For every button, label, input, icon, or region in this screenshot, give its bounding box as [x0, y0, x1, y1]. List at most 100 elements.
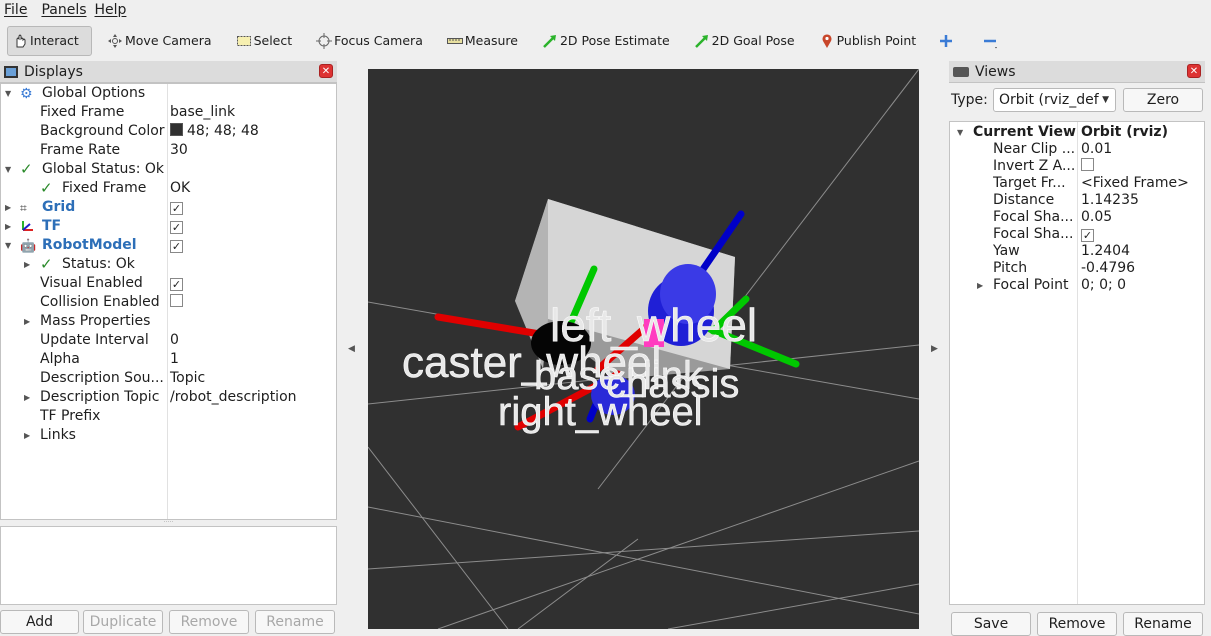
- row-label: Global Options: [42, 85, 146, 101]
- collapse-left-arrow-icon[interactable]: ◀: [348, 344, 355, 354]
- panel-resize-handle[interactable]: ·····: [0, 520, 337, 526]
- collapsed-arrow-icon[interactable]: ▶: [977, 277, 983, 294]
- tree-row-fixed-frame[interactable]: Fixed Frame base_link: [1, 103, 336, 122]
- menu-panels[interactable]: Panels: [32, 0, 91, 21]
- tree-row-alpha[interactable]: Alpha 1: [1, 350, 336, 369]
- row-label: Fixed Frame: [40, 104, 125, 120]
- visual-enabled-checkbox[interactable]: ✓: [170, 274, 183, 293]
- collapsed-arrow-icon[interactable]: ▶: [24, 312, 30, 331]
- tool-2d-pose-estimate[interactable]: 2D Pose Estimate: [537, 26, 679, 56]
- collapsed-arrow-icon[interactable]: ▶: [5, 217, 11, 236]
- close-icon[interactable]: ✕: [1187, 64, 1201, 78]
- view-row-current-view[interactable]: ▼ Current View Orbit (rviz): [950, 124, 1204, 141]
- alpha-value[interactable]: 1: [170, 350, 179, 369]
- tree-row-background-color[interactable]: Background Color 48; 48; 48: [1, 122, 336, 141]
- focus-camera-icon: [316, 32, 333, 49]
- description-source-value[interactable]: Topic: [170, 369, 205, 388]
- tree-row-tf-prefix[interactable]: TF Prefix: [1, 407, 336, 426]
- tree-row-mass-properties[interactable]: ▶ Mass Properties: [1, 312, 336, 331]
- near-clip-value[interactable]: 0.01: [1081, 141, 1112, 158]
- focal-point-value[interactable]: 0; 0; 0: [1081, 277, 1126, 294]
- view-row-target-frame[interactable]: Target Fr... <Fixed Frame>: [950, 175, 1204, 192]
- background-color-value[interactable]: 48; 48; 48: [170, 122, 259, 141]
- tree-row-frame-rate[interactable]: Frame Rate 30: [1, 141, 336, 160]
- zero-button[interactable]: Zero: [1123, 88, 1203, 112]
- tree-row-fixed-frame-status[interactable]: ✓ Fixed Frame OK: [1, 179, 336, 198]
- fixed-frame-value[interactable]: base_link: [170, 103, 235, 122]
- duplicate-display-button[interactable]: Duplicate: [83, 610, 163, 634]
- ruler-icon: [446, 33, 463, 49]
- description-topic-value[interactable]: /robot_description: [170, 388, 297, 407]
- grid-checkbox[interactable]: ✓: [170, 198, 183, 217]
- expand-arrow-icon[interactable]: ▼: [5, 84, 11, 103]
- tree-row-collision-enabled[interactable]: Collision Enabled: [1, 293, 336, 312]
- collapsed-arrow-icon[interactable]: ▶: [24, 255, 30, 274]
- distance-value[interactable]: 1.14235: [1081, 192, 1139, 209]
- close-icon[interactable]: ✕: [319, 64, 333, 78]
- view-row-focal-shape-fixed[interactable]: Focal Sha... ✓: [950, 226, 1204, 243]
- update-interval-value[interactable]: 0: [170, 331, 179, 350]
- view-row-invert-z[interactable]: Invert Z A...: [950, 158, 1204, 175]
- tool-interact[interactable]: Interact: [7, 25, 92, 56]
- pitch-value[interactable]: -0.4796: [1081, 260, 1135, 277]
- view-row-focal-point[interactable]: ▶ Focal Point 0; 0; 0: [950, 277, 1204, 294]
- rename-display-button[interactable]: Rename: [255, 610, 335, 634]
- view-row-focal-shape-size[interactable]: Focal Sha... 0.05: [950, 209, 1204, 226]
- tree-row-robot-model[interactable]: ▼ 🤖 RobotModel ✓: [1, 236, 336, 255]
- hand-icon: [12, 33, 28, 49]
- menu-help[interactable]: Help: [92, 0, 132, 21]
- collision-enabled-checkbox[interactable]: [170, 293, 183, 312]
- focal-shape-fixed-checkbox[interactable]: ✓: [1081, 226, 1094, 243]
- tool-select-label: Select: [253, 33, 293, 48]
- frame-rate-value[interactable]: 30: [170, 141, 188, 160]
- invert-z-checkbox[interactable]: [1081, 158, 1094, 175]
- collapse-right-arrow-icon[interactable]: ▶: [931, 344, 938, 354]
- menu-file[interactable]: File: [0, 0, 32, 21]
- focal-shape-size-value[interactable]: 0.05: [1081, 209, 1112, 226]
- tf-checkbox[interactable]: ✓: [170, 217, 183, 236]
- robot-model-checkbox[interactable]: ✓: [170, 236, 183, 255]
- tree-row-links[interactable]: ▶ Links: [1, 426, 336, 445]
- tool-move-camera[interactable]: Move Camera: [102, 26, 221, 56]
- tool-measure[interactable]: Measure: [442, 26, 527, 56]
- collapsed-arrow-icon[interactable]: ▶: [5, 198, 11, 217]
- tree-row-visual-enabled[interactable]: Visual Enabled ✓: [1, 274, 336, 293]
- view-row-pitch[interactable]: Pitch -0.4796: [950, 260, 1204, 277]
- add-tool-button[interactable]: [935, 26, 959, 56]
- save-view-button[interactable]: Save: [951, 612, 1031, 636]
- collapsed-arrow-icon[interactable]: ▶: [24, 426, 30, 445]
- expand-arrow-icon[interactable]: ▼: [5, 160, 11, 179]
- tree-row-global-options[interactable]: ▼ ⚙ Global Options: [1, 84, 336, 103]
- tool-2d-goal-pose[interactable]: 2D Goal Pose: [689, 26, 804, 56]
- tree-row-global-status[interactable]: ▼ ✓ Global Status: Ok: [1, 160, 336, 179]
- render-viewport[interactable]: left_wheel caster_wheel base_link chassi…: [368, 69, 919, 629]
- row-label: Focal Sha...: [993, 226, 1074, 242]
- remove-display-button[interactable]: Remove: [169, 610, 249, 634]
- tree-row-robot-status[interactable]: ▶ ✓ Status: Ok: [1, 255, 336, 274]
- expand-arrow-icon[interactable]: ▼: [957, 124, 963, 141]
- add-display-button[interactable]: Add: [0, 610, 79, 634]
- remove-tool-button[interactable]: [979, 26, 1003, 56]
- collapsed-arrow-icon[interactable]: ▶: [24, 388, 30, 407]
- yaw-value[interactable]: 1.2404: [1081, 243, 1130, 260]
- view-row-yaw[interactable]: Yaw 1.2404: [950, 243, 1204, 260]
- tool-focus-camera[interactable]: Focus Camera: [311, 26, 432, 56]
- tree-row-description-topic[interactable]: ▶ Description Topic /robot_description: [1, 388, 336, 407]
- target-frame-value[interactable]: <Fixed Frame>: [1081, 175, 1189, 192]
- view-row-near-clip[interactable]: Near Clip ... 0.01: [950, 141, 1204, 158]
- view-type-select[interactable]: Orbit (rviz_def ▼: [993, 88, 1116, 112]
- tool-select[interactable]: Select: [231, 26, 302, 56]
- rename-view-button[interactable]: Rename: [1123, 612, 1203, 636]
- tree-row-description-source[interactable]: Description Sou... Topic: [1, 369, 336, 388]
- view-row-distance[interactable]: Distance 1.14235: [950, 192, 1204, 209]
- row-label: Current View: [973, 124, 1076, 140]
- tool-publish-point[interactable]: Publish Point: [814, 26, 926, 56]
- tree-row-update-interval[interactable]: Update Interval 0: [1, 331, 336, 350]
- move-camera-icon: [107, 33, 123, 49]
- chevron-down-icon: ▼: [1102, 95, 1109, 105]
- tree-row-tf[interactable]: ▶ TF ✓: [1, 217, 336, 236]
- tree-row-grid[interactable]: ▶ ⌗ Grid ✓: [1, 198, 336, 217]
- remove-view-button[interactable]: Remove: [1037, 612, 1117, 636]
- row-label: TF Prefix: [40, 408, 101, 424]
- expand-arrow-icon[interactable]: ▼: [5, 236, 11, 255]
